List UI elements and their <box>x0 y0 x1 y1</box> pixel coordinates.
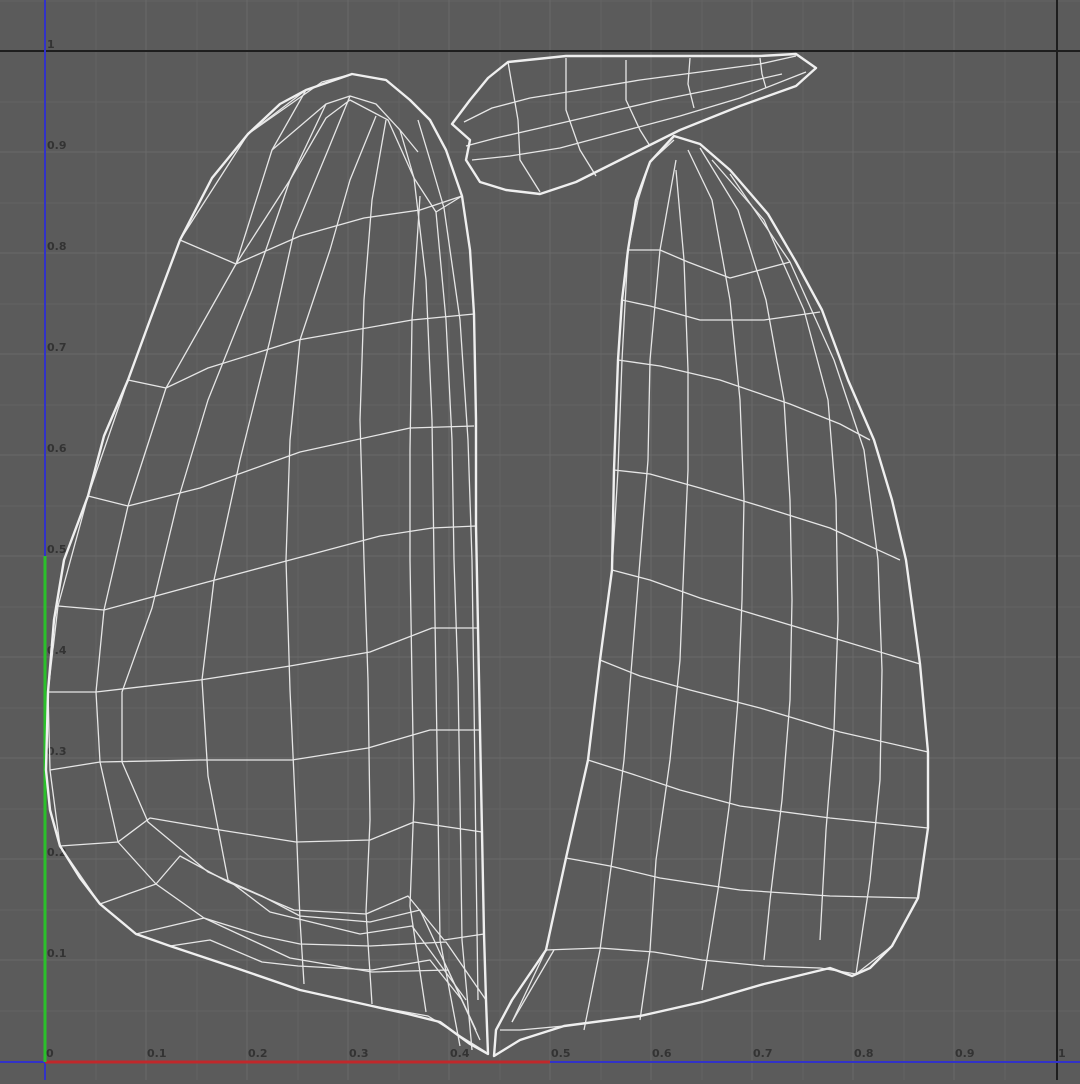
v-tick-label: 0.8 <box>47 240 67 253</box>
u-tick-label: 0.3 <box>349 1047 369 1060</box>
u-tick-label: 0 <box>46 1047 54 1060</box>
v-tick-label: 0.5 <box>47 543 67 556</box>
u-tick-label: 0.7 <box>753 1047 773 1060</box>
v-tick-label: 0.9 <box>47 139 67 152</box>
uv-editor-viewport[interactable]: 0 0.1 0.2 0.3 0.4 0.5 0.6 0.7 0.8 0.9 1 … <box>0 0 1080 1080</box>
v-tick-label: 0.7 <box>47 341 67 354</box>
v-tick-label: 0.1 <box>47 947 67 960</box>
uv-background <box>0 0 1080 1080</box>
u-tick-label: 0.6 <box>652 1047 672 1060</box>
uv-canvas[interactable]: 0 0.1 0.2 0.3 0.4 0.5 0.6 0.7 0.8 0.9 1 … <box>0 0 1080 1080</box>
v-tick-label: 1 <box>47 38 55 51</box>
u-tick-label: 0.8 <box>854 1047 874 1060</box>
v-tick-label: 0.6 <box>47 442 67 455</box>
u-tick-label: 0.9 <box>955 1047 975 1060</box>
u-tick-label: 0.2 <box>248 1047 268 1060</box>
u-tick-label: 0.5 <box>551 1047 571 1060</box>
u-tick-label: 0.1 <box>147 1047 167 1060</box>
u-tick-label: 0.4 <box>450 1047 470 1060</box>
u-tick-label: 1 <box>1058 1047 1066 1060</box>
